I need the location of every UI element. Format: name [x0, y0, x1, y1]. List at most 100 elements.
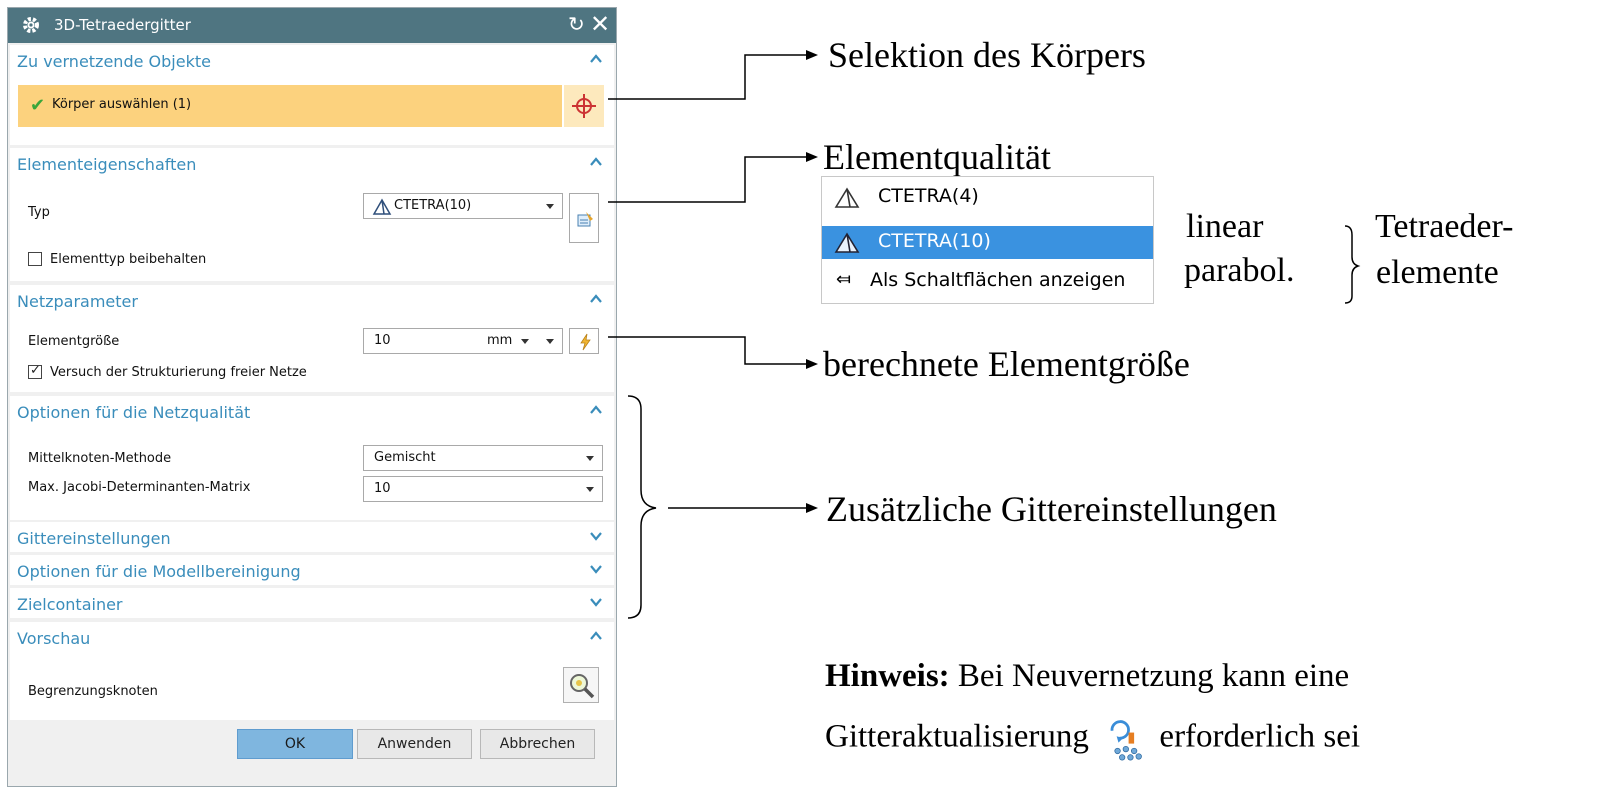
element-size-label: Elementgröße — [28, 334, 120, 349]
dropdown-item-ctetra10[interactable]: CTETRA(10) — [822, 226, 1153, 259]
dropdown-item-label: Als Schaltflächen anzeigen — [870, 269, 1126, 291]
type-dropdown-inset: CTETRA(4) CTETRA(10) ⤆ Als Schaltflächen… — [821, 176, 1154, 304]
section-quality-title: Optionen für die Netzqualität — [17, 403, 251, 422]
section-mesh-header[interactable]: Netzparameter — [10, 285, 614, 315]
section-preview-title: Vorschau — [17, 629, 91, 648]
dropdown-arrow-icon — [586, 487, 594, 492]
midnode-method-select[interactable]: Gemischt — [363, 445, 603, 471]
apply-button[interactable]: Anwenden — [357, 729, 472, 759]
dropdown-arrow-icon — [586, 456, 594, 461]
type-options-button[interactable] — [569, 193, 599, 243]
chevron-up-icon — [590, 294, 602, 303]
annotation-selection: Selektion des Körpers — [828, 35, 1146, 75]
annotation-linear: linear — [1186, 208, 1264, 245]
section-grid: Gittereinstellungen — [10, 522, 614, 552]
element-size-input[interactable]: 10 mm — [363, 328, 563, 354]
annotation-note-line2b: erforderlich sei — [1159, 718, 1361, 755]
section-properties-header[interactable]: Elementeigenschaften — [10, 148, 614, 178]
chevron-up-icon — [590, 631, 602, 640]
section-container-header[interactable]: Zielcontainer — [10, 588, 614, 618]
section-mesh-title: Netzparameter — [17, 292, 138, 311]
select-body-row[interactable]: ✔ Körper auswählen (1) — [18, 85, 562, 127]
boundary-nodes-button[interactable] — [563, 667, 599, 703]
select-body-label: Körper auswählen (1) — [52, 97, 192, 112]
annotation-size: berechnete Elementgröße — [823, 344, 1190, 384]
mesh-update-icon — [1110, 720, 1143, 761]
section-objects-title: Zu vernetzende Objekte — [17, 52, 211, 71]
section-preview-header[interactable]: Vorschau — [10, 622, 614, 652]
tetra-element-icon — [372, 198, 392, 215]
element-size-value: 10 — [374, 333, 391, 348]
annotation-tetra-2: elemente — [1376, 254, 1499, 291]
structure-mesh-label: Versuch der Strukturierung freier Netze — [50, 365, 307, 380]
dropdown-item-ctetra4[interactable]: CTETRA(4) — [822, 181, 1153, 214]
type-label: Typ — [28, 205, 50, 220]
section-preview: Vorschau Begrenzungsknoten — [10, 622, 614, 720]
section-properties: Elementeigenschaften Typ CTETRA(10) Elem… — [10, 148, 614, 281]
select-body-button[interactable] — [564, 85, 604, 127]
midnode-method-label: Mittelknoten-Methode — [28, 451, 172, 466]
chevron-up-icon — [590, 405, 602, 414]
annotation-additional: Zusätzliche Gittereinstellungen — [826, 489, 1277, 529]
dropdown-arrow-icon[interactable] — [546, 339, 554, 344]
ok-button[interactable]: OK — [237, 729, 353, 759]
checkmark-icon: ✔ — [30, 95, 46, 116]
unit-dropdown-icon[interactable] — [521, 339, 529, 344]
dropdown-item-label: CTETRA(10) — [878, 230, 991, 252]
section-objects-header[interactable]: Zu vernetzende Objekte — [10, 45, 614, 75]
dialog-title: 3D-Tetraedergitter — [54, 16, 191, 34]
cancel-button[interactable]: Abbrechen — [480, 729, 595, 759]
chevron-up-icon — [590, 54, 602, 63]
chevron-down-icon — [590, 598, 602, 607]
annotation-note-line2: Gitteraktualisierung erforderlich sei — [825, 716, 1360, 762]
mesh-options-icon — [577, 212, 593, 227]
boundary-nodes-label: Begrenzungsknoten — [28, 684, 158, 699]
type-select[interactable]: CTETRA(10) — [363, 193, 563, 219]
section-cleanup: Optionen für die Modellbereinigung — [10, 555, 614, 585]
jacobi-select[interactable]: 10 — [363, 476, 603, 502]
lightning-icon — [580, 333, 591, 351]
keep-type-checkbox[interactable] — [28, 252, 42, 266]
section-grid-title: Gittereinstellungen — [17, 529, 171, 548]
annotation-parabol: parabol. — [1184, 252, 1295, 289]
element-size-unit[interactable]: mm — [487, 333, 512, 348]
section-container: Zielcontainer — [10, 588, 614, 618]
annotation-note-line2a: Gitteraktualisierung — [825, 718, 1089, 755]
chevron-down-icon — [590, 532, 602, 541]
section-quality: Optionen für die Netzqualität Mittelknot… — [10, 396, 614, 520]
dialog-titlebar: 3D-Tetraedergitter ↻ ✕ — [8, 8, 616, 43]
dropdown-item-show-buttons[interactable]: ⤆ Als Schaltflächen anzeigen — [822, 265, 1153, 298]
structure-mesh-checkbox[interactable] — [28, 363, 42, 379]
magnifier-icon — [570, 674, 595, 699]
gear-icon[interactable] — [21, 15, 41, 35]
section-cleanup-title: Optionen für die Modellbereinigung — [17, 562, 301, 581]
jacobi-value: 10 — [374, 481, 391, 496]
close-icon[interactable]: ✕ — [590, 10, 610, 38]
section-container-title: Zielcontainer — [17, 595, 123, 614]
annotation-quality: Elementqualität — [823, 137, 1051, 177]
tetra-linear-icon — [834, 187, 860, 208]
section-cleanup-header[interactable]: Optionen für die Modellbereinigung — [10, 555, 614, 585]
annotation-note-bold: Hinweis: — [825, 658, 950, 694]
crosshair-icon — [572, 94, 596, 118]
arrow-left-icon: ⤆ — [836, 269, 852, 290]
reset-icon[interactable]: ↻ — [568, 12, 585, 36]
section-objects: Zu vernetzende Objekte ✔ Körper auswähle… — [10, 45, 614, 145]
compute-size-button[interactable] — [569, 328, 599, 354]
dropdown-arrow-icon — [546, 204, 554, 209]
annotation-note-rest: Bei Neuvernetzung kann eine — [949, 658, 1350, 694]
chevron-up-icon — [590, 157, 602, 166]
chevron-down-icon — [590, 565, 602, 574]
midnode-method-value: Gemischt — [374, 450, 436, 465]
keep-type-label: Elementtyp beibehalten — [50, 252, 207, 267]
section-grid-header[interactable]: Gittereinstellungen — [10, 522, 614, 552]
dropdown-item-label: CTETRA(4) — [878, 185, 979, 207]
type-select-value: CTETRA(10) — [394, 198, 472, 213]
section-quality-header[interactable]: Optionen für die Netzqualität — [10, 396, 614, 426]
annotation-note-line1: Hinweis: Bei Neuvernetzung kann eine — [825, 658, 1349, 695]
annotation-tetra-1: Tetraeder- — [1375, 208, 1514, 245]
tetra-mesh-dialog: 3D-Tetraedergitter ↻ ✕ Zu vernetzende Ob… — [7, 7, 617, 787]
section-mesh: Netzparameter Elementgröße 10 mm Versuch… — [10, 285, 614, 392]
jacobi-label: Max. Jacobi-Determinanten-Matrix — [28, 480, 251, 495]
section-properties-title: Elementeigenschaften — [17, 155, 197, 174]
